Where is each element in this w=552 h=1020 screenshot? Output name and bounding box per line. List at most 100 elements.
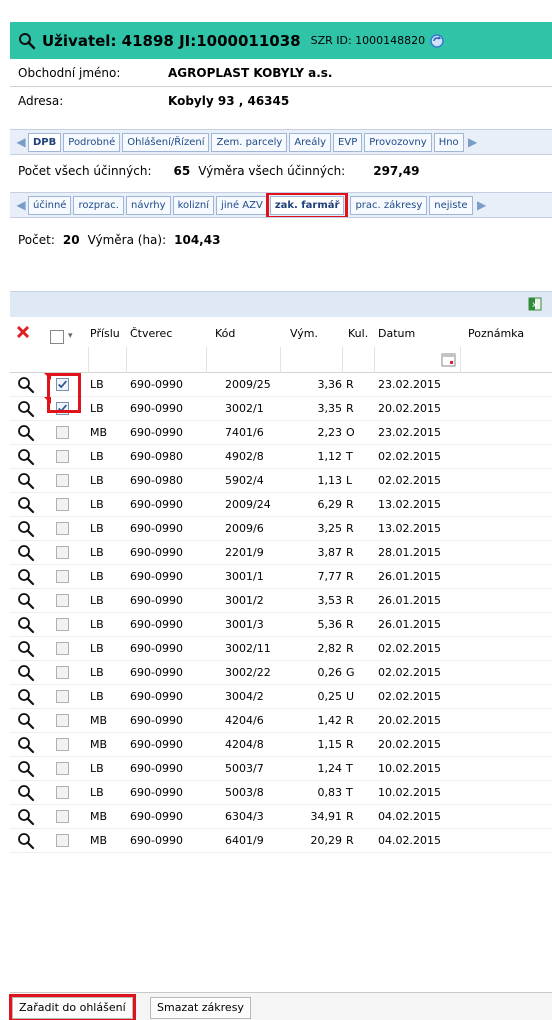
row-checkbox[interactable]	[56, 642, 69, 655]
detail-search-icon[interactable]	[17, 664, 35, 682]
table-row[interactable]: MB 690-0990 4204/6 1,42 R 20.02.2015	[10, 709, 552, 733]
subtab-scroll-left-icon[interactable]: ◀	[14, 198, 28, 212]
detail-search-icon[interactable]	[17, 688, 35, 706]
table-row[interactable]: LB 690-0990 3002/1 3,35 R 20.02.2015	[10, 397, 552, 421]
col-vym[interactable]: Vým.	[290, 327, 318, 340]
row-checkbox[interactable]	[56, 618, 69, 631]
tab-zem-parcely[interactable]: Zem. parcely	[211, 132, 288, 152]
cell-kul: T	[346, 762, 353, 775]
tab-evp[interactable]: EVP	[333, 132, 363, 152]
detail-search-icon[interactable]	[17, 640, 35, 658]
row-checkbox[interactable]	[56, 690, 69, 703]
calendar-icon[interactable]	[441, 352, 456, 367]
detail-search-icon[interactable]	[17, 808, 35, 826]
cell-datum: 23.02.2015	[378, 426, 441, 439]
row-checkbox[interactable]	[56, 594, 69, 607]
row-checkbox[interactable]	[56, 474, 69, 487]
table-row[interactable]: LB 690-0990 3001/2 3,53 R 26.01.2015	[10, 589, 552, 613]
table-row[interactable]: LB 690-0980 4902/8 1,12 T 02.02.2015	[10, 445, 552, 469]
detail-search-icon[interactable]	[17, 520, 35, 538]
tab-scroll-left-icon[interactable]: ◀	[14, 135, 28, 149]
col-kul[interactable]: Kul.	[348, 327, 368, 340]
table-row[interactable]: LB 690-0990 3002/22 0,26 G 02.02.2015	[10, 661, 552, 685]
tab-ohlaseni[interactable]: Ohlášení/Řízení	[122, 132, 210, 152]
row-checkbox[interactable]	[56, 426, 69, 439]
detail-search-icon[interactable]	[17, 592, 35, 610]
row-checkbox[interactable]	[56, 714, 69, 727]
assign-to-report-button[interactable]: Zařadit do ohlášení	[9, 994, 136, 1020]
row-checkbox[interactable]	[56, 786, 69, 799]
row-checkbox[interactable]	[56, 450, 69, 463]
row-checkbox[interactable]	[56, 738, 69, 751]
row-checkbox[interactable]	[56, 762, 69, 775]
detail-search-icon[interactable]	[17, 760, 35, 778]
tab-ucinne[interactable]: účinné	[28, 195, 72, 215]
select-all-checkbox[interactable]	[50, 330, 64, 344]
table-row[interactable]: MB 690-0990 4204/8 1,15 R 20.02.2015	[10, 733, 552, 757]
refresh-icon[interactable]	[429, 33, 445, 49]
table-row[interactable]: MB 690-0990 6401/9 20,29 R 04.02.2015	[10, 829, 552, 853]
cell-vym: 0,25	[317, 690, 343, 703]
detail-search-icon[interactable]	[17, 400, 35, 418]
tab-navrhy[interactable]: návrhy	[125, 195, 171, 215]
row-checkbox[interactable]	[56, 666, 69, 679]
detail-search-icon[interactable]	[17, 832, 35, 850]
tab-podrobne[interactable]: Podrobné	[63, 132, 121, 152]
detail-search-icon[interactable]	[17, 448, 35, 466]
col-ctverec[interactable]: Čtverec	[130, 327, 172, 340]
clear-filter-icon[interactable]	[16, 325, 30, 339]
table-row[interactable]: LB 690-0990 3001/1 7,77 R 26.01.2015	[10, 565, 552, 589]
col-prislu[interactable]: Příslu	[90, 327, 120, 340]
detail-search-icon[interactable]	[17, 784, 35, 802]
row-checkbox[interactable]	[56, 834, 69, 847]
delete-drawings-button[interactable]: Smazat zákresy	[150, 997, 251, 1019]
row-checkbox[interactable]	[56, 522, 69, 535]
detail-search-icon[interactable]	[17, 472, 35, 490]
tab-zak-farmar[interactable]: zak. farmář	[265, 193, 349, 217]
tab-arealy[interactable]: Areály	[289, 132, 332, 152]
tab-provozovny[interactable]: Provozovny	[364, 132, 432, 152]
row-checkbox[interactable]	[56, 810, 69, 823]
table-row[interactable]: LB 690-0990 2009/24 6,29 R 13.02.2015	[10, 493, 552, 517]
detail-search-icon[interactable]	[17, 736, 35, 754]
detail-search-icon[interactable]	[17, 424, 35, 442]
checkbox-menu-icon[interactable]: ▾	[68, 331, 73, 341]
tab-dpb[interactable]: DPB	[28, 132, 62, 152]
cell-kod: 3001/2	[225, 594, 264, 607]
tab-nejiste[interactable]: nejiste	[429, 195, 473, 215]
table-row[interactable]: LB 690-0990 3001/3 5,36 R 26.01.2015	[10, 613, 552, 637]
table-row[interactable]: MB 690-0990 6304/3 34,91 R 04.02.2015	[10, 805, 552, 829]
col-poznamka[interactable]: Poznámka	[468, 327, 524, 340]
search-icon	[19, 32, 36, 49]
table-row[interactable]: LB 690-0990 5003/8 0,83 T 10.02.2015	[10, 781, 552, 805]
col-kod[interactable]: Kód	[215, 327, 235, 340]
tab-prac-zakresy[interactable]: prac. zákresy	[350, 195, 428, 215]
table-row[interactable]: LB 690-0990 3004/2 0,25 U 02.02.2015	[10, 685, 552, 709]
tab-jine-azv[interactable]: jiné AZV	[216, 195, 268, 215]
detail-search-icon[interactable]	[17, 376, 35, 394]
excel-export-icon[interactable]: x	[528, 297, 542, 311]
table-row[interactable]: LB 690-0990 3002/11 2,82 R 02.02.2015	[10, 637, 552, 661]
row-checkbox[interactable]	[56, 498, 69, 511]
table-row[interactable]: LB 690-0990 2009/6 3,25 R 13.02.2015	[10, 517, 552, 541]
detail-search-icon[interactable]	[17, 712, 35, 730]
row-checkbox[interactable]	[56, 570, 69, 583]
sub-tab-bar: ◀ účinné rozprac. návrhy kolizní jiné AZ…	[10, 192, 552, 218]
row-checkbox[interactable]	[56, 546, 69, 559]
table-row[interactable]: LB 690-0990 5003/7 1,24 T 10.02.2015	[10, 757, 552, 781]
table-row[interactable]: LB 690-0980 5902/4 1,13 L 02.02.2015	[10, 469, 552, 493]
table-row[interactable]: LB 690-0990 2009/25 3,36 R 23.02.2015	[10, 373, 552, 397]
detail-search-icon[interactable]	[17, 544, 35, 562]
table-row[interactable]: LB 690-0990 2201/9 3,87 R 28.01.2015	[10, 541, 552, 565]
subtab-scroll-right-icon[interactable]: ▶	[475, 198, 489, 212]
detail-search-icon[interactable]	[17, 568, 35, 586]
tab-hno[interactable]: Hno	[433, 132, 464, 152]
tab-kolizni[interactable]: kolizní	[172, 195, 215, 215]
col-datum[interactable]: Datum	[378, 327, 415, 340]
table-row[interactable]: MB 690-0990 7401/6 2,23 O 23.02.2015	[10, 421, 552, 445]
tab-rozprac[interactable]: rozprac.	[73, 195, 124, 215]
detail-search-icon[interactable]	[17, 616, 35, 634]
tab-scroll-right-icon[interactable]: ▶	[466, 135, 480, 149]
cell-ctverec: 690-0990	[130, 714, 183, 727]
detail-search-icon[interactable]	[17, 496, 35, 514]
